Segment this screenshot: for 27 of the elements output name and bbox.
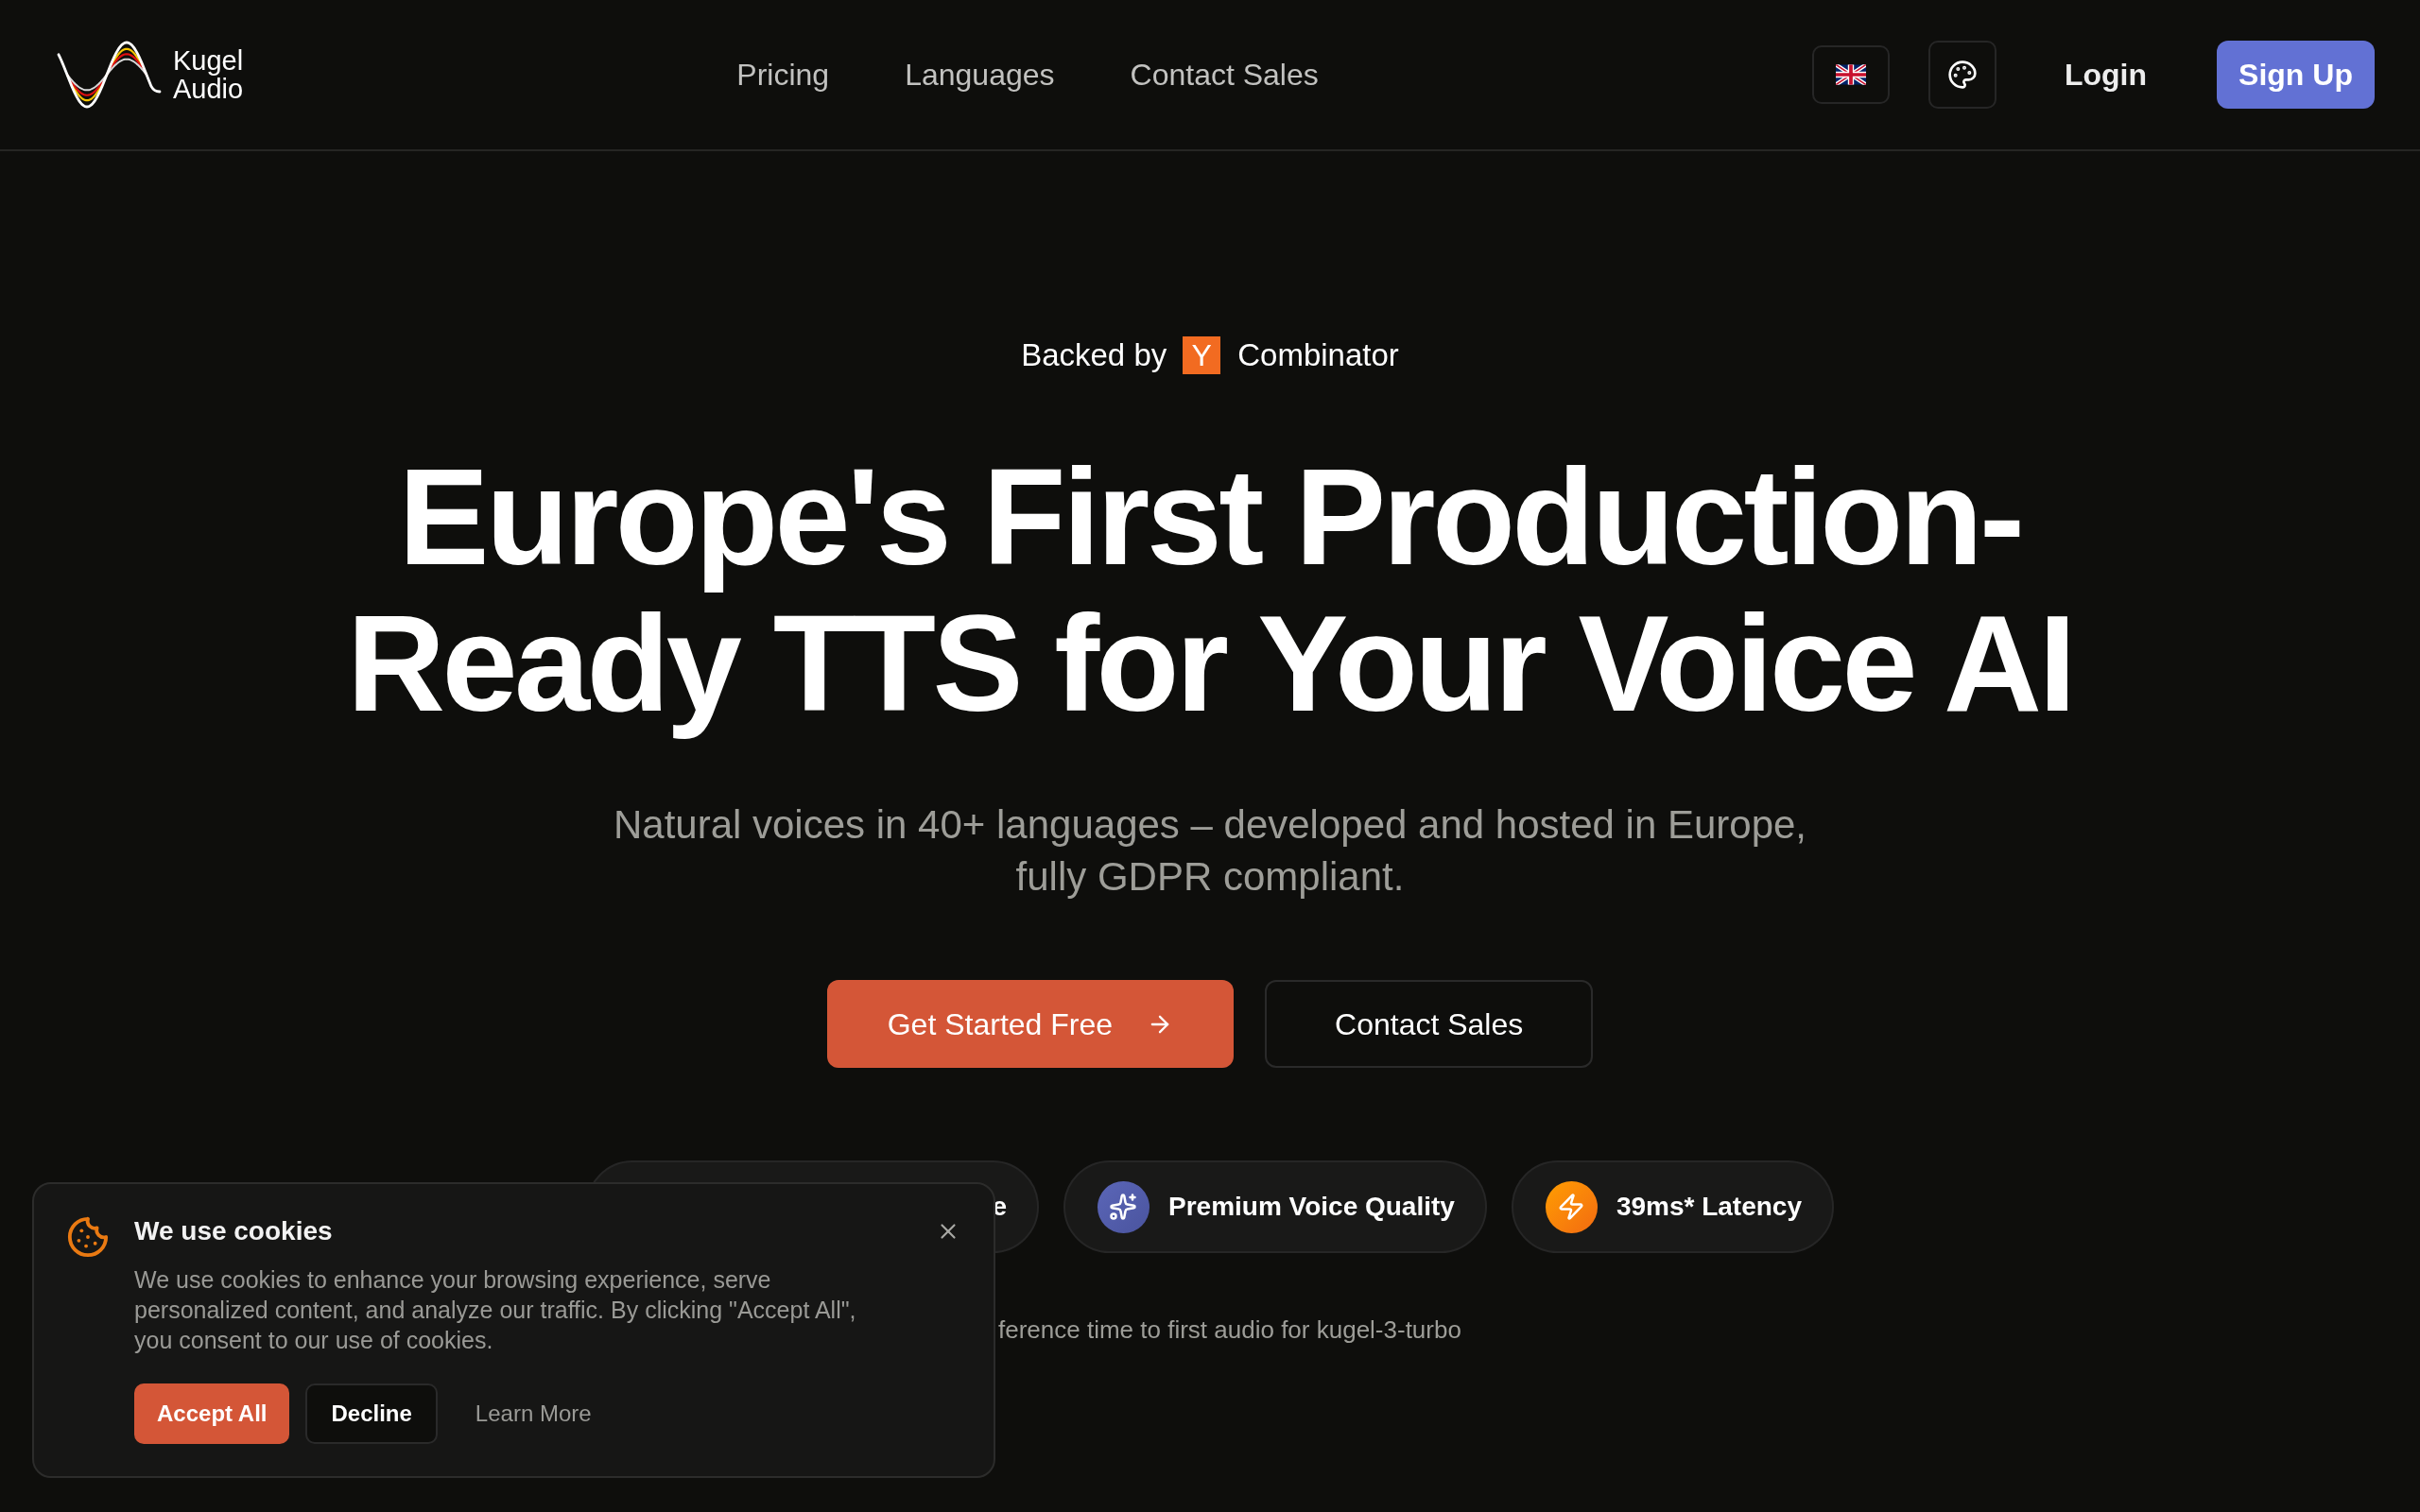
flag-icon	[1835, 64, 1866, 85]
nav-link[interactable]: Languages	[905, 52, 1055, 97]
hero-headline: Europe's First Production- Ready TTS for Your Voice AI	[347, 444, 2073, 737]
feature-label: 39ms* Latency	[1616, 1191, 1802, 1223]
feature-label: Premium Voice Quality	[1168, 1191, 1455, 1223]
decline-button[interactable]: Decline	[305, 1383, 438, 1444]
hero-subtitle: Natural voices in 40+ languages – developed and hosted in Europe, fully GDPR compliant.	[612, 801, 1808, 901]
footnote-text: ference time to first audio for kugel-3-turbo	[998, 1314, 1461, 1345]
brand-name: Kugel Audio	[173, 46, 244, 103]
nav-link[interactable]: Pricing	[736, 52, 830, 97]
contact-sales-button[interactable]: Contact Sales	[1265, 980, 1594, 1068]
learn-more-link[interactable]: Learn More	[475, 1397, 592, 1431]
palette-icon	[1946, 60, 1978, 90]
cookie-title: We use cookies	[134, 1215, 334, 1247]
get-started-button[interactable]: Get Started Free	[826, 980, 1235, 1068]
sparkle-icon	[1098, 1180, 1150, 1233]
cookie-text: We use cookies to enhance your browsing experience, serve personalized content, and analyze our traffic. By clicking "Accept All", you consent to our use of cookies.	[134, 1265, 857, 1355]
combinator-text: Combinator	[1237, 336, 1399, 375]
language-button[interactable]	[1811, 45, 1890, 104]
theme-button[interactable]	[1927, 41, 1996, 109]
nav-link[interactable]: Contact Sales	[1130, 52, 1319, 97]
cookie-icon	[66, 1215, 110, 1259]
accept-button[interactable]: Accept All	[134, 1383, 290, 1444]
backed-by-text: Backed by	[1021, 336, 1167, 375]
signup-button[interactable]: Sign Up	[2217, 41, 2375, 109]
login-button[interactable]: Login	[2033, 41, 2177, 109]
letter-logo: Y	[1183, 336, 1221, 374]
